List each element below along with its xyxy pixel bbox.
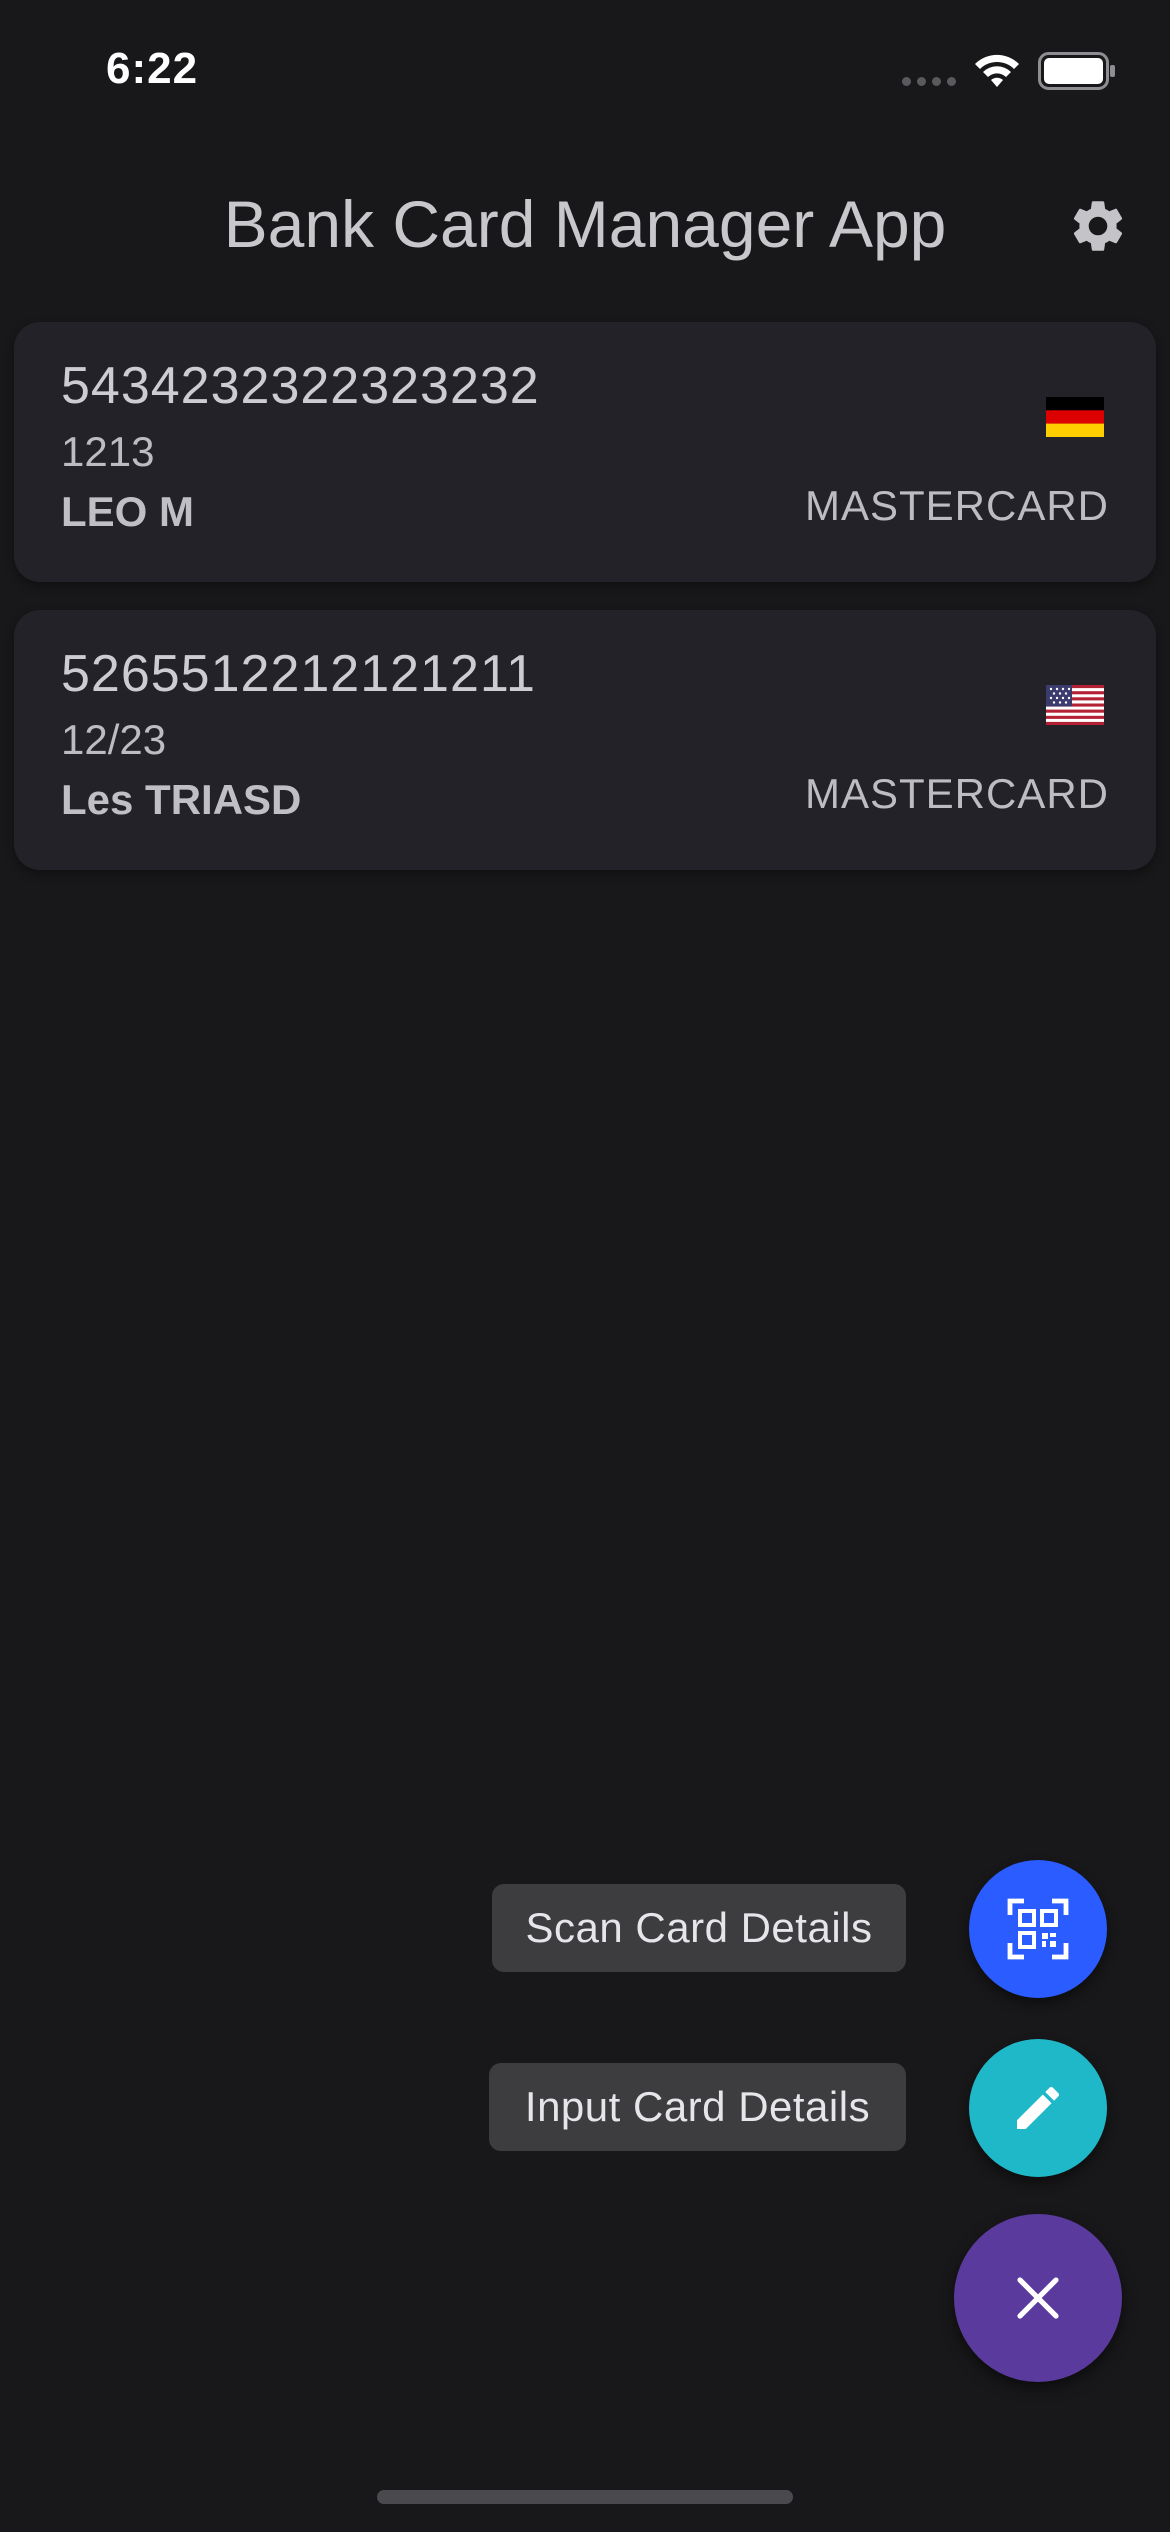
scan-card-button[interactable] bbox=[969, 1860, 1107, 1998]
card-item[interactable]: 5434232322323232 1213 LEO M MASTERCARD bbox=[14, 322, 1156, 582]
close-menu-button[interactable] bbox=[954, 2214, 1122, 2382]
page-title: Bank Card Manager App bbox=[223, 187, 947, 261]
status-time: 6:22 bbox=[106, 44, 199, 93]
settings-button[interactable] bbox=[1064, 192, 1132, 260]
wifi-icon bbox=[975, 54, 1019, 87]
card-brand: MASTERCARD bbox=[804, 482, 1109, 529]
home-indicator[interactable] bbox=[377, 2490, 793, 2504]
card-item[interactable]: 5265512212121211 12/23 Les TRIASD MASTER… bbox=[14, 610, 1156, 870]
qr-scan-icon bbox=[1007, 1898, 1069, 1960]
card-holder: LEO M bbox=[61, 488, 194, 535]
input-card-button[interactable] bbox=[969, 2039, 1107, 2177]
card-holder: Les TRIASD bbox=[61, 776, 302, 823]
card-brand: MASTERCARD bbox=[804, 770, 1109, 817]
usa-flag-icon bbox=[1046, 685, 1104, 725]
cellular-signal-icon bbox=[902, 57, 956, 86]
pencil-icon bbox=[1017, 2086, 1060, 2129]
germany-flag-icon bbox=[1046, 397, 1104, 437]
card-number: 5265512212121211 bbox=[61, 645, 536, 703]
card-expiry: 12/23 bbox=[61, 716, 167, 763]
close-icon bbox=[1017, 2277, 1059, 2319]
status-icons bbox=[902, 52, 1116, 90]
card-expiry: 1213 bbox=[61, 428, 155, 475]
input-card-label[interactable]: Input Card Details bbox=[489, 2063, 906, 2151]
card-number: 5434232322323232 bbox=[61, 357, 540, 415]
battery-icon bbox=[1038, 52, 1115, 90]
gear-icon bbox=[1073, 201, 1123, 251]
scan-card-label[interactable]: Scan Card Details bbox=[492, 1884, 906, 1972]
